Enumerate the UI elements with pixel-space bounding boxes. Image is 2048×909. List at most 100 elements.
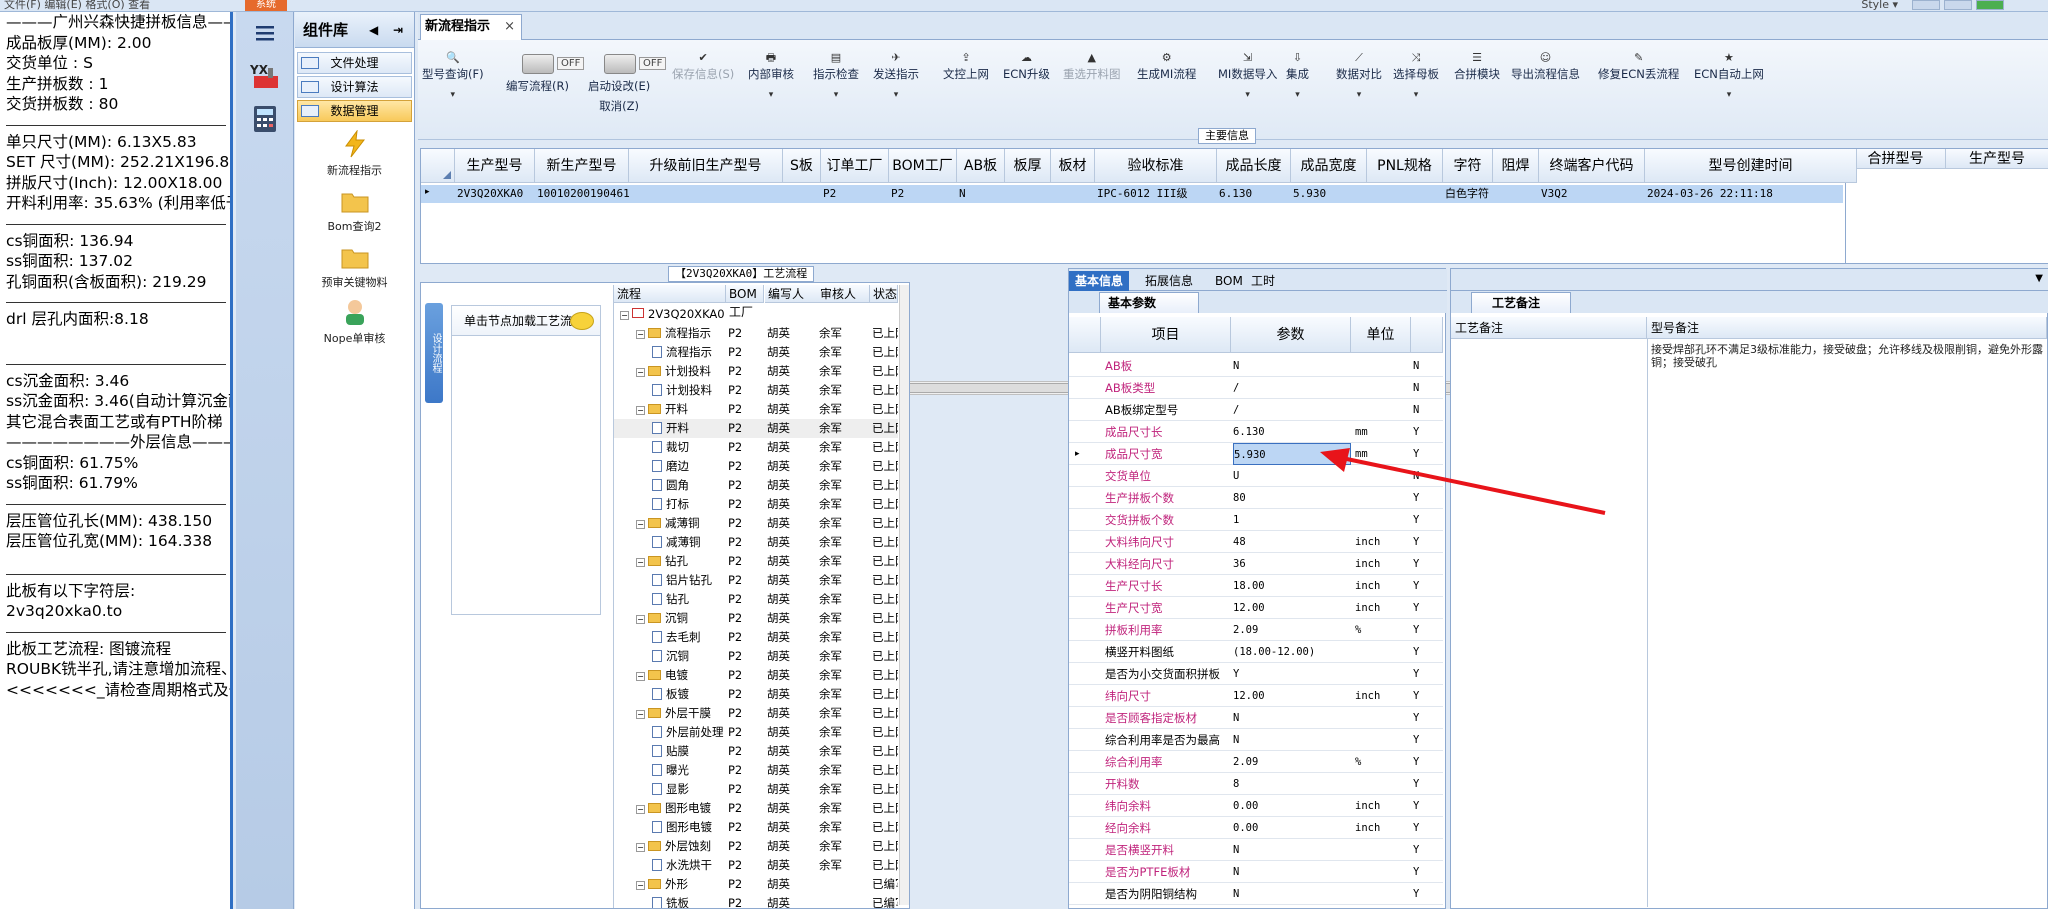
table-row[interactable]: 交货拼板个数 1 Y xyxy=(1069,509,1443,531)
expand-toggle-icon[interactable]: − xyxy=(636,672,645,681)
toolbar-button[interactable]: ✎ 修复ECN丢流程 xyxy=(1598,52,1679,82)
column-header[interactable]: 单位 xyxy=(1351,317,1411,353)
column-header[interactable]: 新生产型号 xyxy=(535,149,629,183)
param-value[interactable]: 12.00 xyxy=(1233,685,1351,707)
expand-toggle-icon[interactable]: − xyxy=(636,558,645,567)
toolbar-button[interactable]: ★ ECN自动上网 ▾ xyxy=(1694,52,1764,101)
table-row[interactable]: 是否横竖开料 N Y xyxy=(1069,839,1443,861)
tree-node[interactable]: − 沉铜 xyxy=(636,609,728,628)
tree-node[interactable]: − 流程指示 xyxy=(636,324,728,343)
param-value[interactable]: N xyxy=(1233,729,1351,751)
column-header[interactable]: 流程 xyxy=(614,285,726,303)
toolbar-button[interactable]: ☁ ECN升级 xyxy=(1003,52,1050,82)
table-row[interactable]: 大料纬向尺寸 48 inch Y xyxy=(1069,531,1443,553)
param-value[interactable]: N xyxy=(1233,707,1351,729)
tree-node[interactable]: 裁切 xyxy=(652,438,728,457)
param-value[interactable]: / xyxy=(1233,377,1351,399)
param-value[interactable]: 18.00 xyxy=(1233,575,1351,597)
param-value[interactable]: 36 xyxy=(1233,553,1351,575)
table-row[interactable]: AB板类型 / N xyxy=(1069,377,1443,399)
param-value[interactable]: 6.130 xyxy=(1233,421,1351,443)
toolbar-button[interactable]: ⇲ MI数据导入 ▾ xyxy=(1218,52,1277,101)
tree-node[interactable]: − 外层干膜 xyxy=(636,704,728,723)
tab-process-remarks[interactable]: 工艺备注 xyxy=(1471,292,1571,313)
toolbar-button[interactable]: ⇪ 文控上网 xyxy=(943,52,989,82)
column-header[interactable]: 终端客户代码 xyxy=(1539,149,1645,183)
tree-node[interactable]: 铣板 xyxy=(652,894,728,908)
tree-node[interactable]: − 减薄铜 xyxy=(636,514,728,533)
param-value[interactable]: 80 xyxy=(1233,487,1351,509)
tree-node[interactable]: 打标 xyxy=(652,495,728,514)
tree-row[interactable]: − 流程指示 P2 胡英 余军 已上网 xyxy=(614,324,898,343)
table-row[interactable]: 横竖开料图纸 (18.00-12.00) Y xyxy=(1069,641,1443,663)
column-header[interactable]: BOM工厂 xyxy=(889,149,957,183)
tree-row[interactable]: 水洗烘干 P2 胡英 余军 已上网 xyxy=(614,856,898,875)
tree-node[interactable]: 去毛刺 xyxy=(652,628,728,647)
toolbar-button[interactable]: ⤨ 选择母板 ▾ xyxy=(1393,52,1439,101)
column-header[interactable]: 阻焊 xyxy=(1493,149,1539,183)
chevron-down-icon[interactable]: ▾ xyxy=(1336,90,1382,100)
toolbar-button[interactable]: ▲ 重选开料图 xyxy=(1063,52,1121,82)
column-header[interactable]: 合拼型号 xyxy=(1846,149,1946,169)
category-button[interactable]: 设计算法 xyxy=(297,76,412,98)
chevron-down-icon[interactable]: ▾ xyxy=(813,90,859,100)
toolbar-sublabel[interactable]: 取消(Z) xyxy=(588,98,650,114)
column-header[interactable]: BOM工厂 xyxy=(726,285,764,319)
table-row[interactable]: 经向余料 0.00 inch Y xyxy=(1069,817,1443,839)
column-header[interactable]: 板厚 xyxy=(1005,149,1051,183)
column-header[interactable]: AB板 xyxy=(957,149,1005,183)
tree-node[interactable]: 开料 xyxy=(652,419,728,438)
column-header[interactable]: 型号创建时间 xyxy=(1645,149,1857,183)
column-header[interactable]: 项目 xyxy=(1101,317,1231,353)
table-row[interactable]: AB板 N N xyxy=(1069,355,1443,377)
tree-node[interactable]: 图形电镀 xyxy=(652,818,728,837)
yx-factory-icon[interactable]: YX xyxy=(248,60,282,90)
tree-node[interactable]: − 2V3Q20XKA0 xyxy=(620,305,728,324)
chevron-down-icon[interactable]: ▾ xyxy=(422,90,484,100)
table-row[interactable]: 成品尺寸长 6.130 mm Y xyxy=(1069,421,1443,443)
table-row[interactable]: 是否顾客指定板材 N Y xyxy=(1069,707,1443,729)
chevron-down-icon[interactable]: ▾ xyxy=(1694,90,1764,100)
tab-extended-info[interactable]: 拓展信息 xyxy=(1139,271,1199,291)
table-row[interactable]: 是否为阴阳铜结构 N Y xyxy=(1069,883,1443,905)
tree-row[interactable]: 打标 P2 胡英 余军 已上网 xyxy=(614,495,898,514)
window-control[interactable] xyxy=(1912,0,1940,10)
tree-node[interactable]: − 钻孔 xyxy=(636,552,728,571)
tree-row[interactable]: 板镀 P2 胡英 余军 已上网 xyxy=(614,685,898,704)
tree-node[interactable]: 外层前处理 xyxy=(652,723,728,742)
param-value[interactable]: 0.00 xyxy=(1233,795,1351,817)
table-row[interactable]: 生产拼板个数 80 Y xyxy=(1069,487,1443,509)
expand-toggle-icon[interactable]: − xyxy=(636,881,645,890)
column-header[interactable]: 升级前旧生产型号 xyxy=(629,149,783,183)
toolbar-button[interactable]: ⚙ 生成MI流程 xyxy=(1137,52,1196,82)
table-row[interactable]: 交货单位 U N xyxy=(1069,465,1443,487)
collapse-left-icon[interactable]: ◀ xyxy=(369,12,378,48)
expand-toggle-icon[interactable]: − xyxy=(636,368,645,377)
tree-node[interactable]: 钻孔 xyxy=(652,590,728,609)
table-row[interactable]: 综合利用率是否为最高 N Y xyxy=(1069,729,1443,751)
column-header[interactable]: 审核人 xyxy=(817,285,870,303)
column-header[interactable]: 型号备注 xyxy=(1647,317,2047,339)
table-row[interactable]: 拼板利用率 2.09% Y xyxy=(1069,619,1443,641)
window-control[interactable] xyxy=(1976,0,2004,10)
component-item[interactable]: 新流程指示 xyxy=(295,129,414,178)
column-header[interactable]: 编写人 xyxy=(765,285,818,303)
param-value[interactable]: / xyxy=(1233,399,1351,421)
tree-row[interactable]: 贴膜 P2 胡英 余军 已上网 xyxy=(614,742,898,761)
tree-row[interactable]: 减薄铜 P2 胡英 余军 已上网 xyxy=(614,533,898,552)
param-value[interactable]: 5.930 xyxy=(1233,443,1351,465)
tree-node[interactable]: 铝片钻孔 xyxy=(652,571,728,590)
node-load-hint[interactable]: 单击节点加载工艺流程 xyxy=(452,306,600,336)
toolbar-button[interactable]: ⇩ 集成 ▾ xyxy=(1286,52,1309,101)
tree-row[interactable]: − 开料 P2 胡英 余军 已上网 xyxy=(614,400,898,419)
tab-basic-params[interactable]: 基本参数 xyxy=(1099,292,1199,313)
param-value[interactable]: Y xyxy=(1233,663,1351,685)
expand-toggle-icon[interactable]: − xyxy=(620,311,629,320)
tree-row[interactable]: 圆角 P2 胡英 余军 已上网 xyxy=(614,476,898,495)
tree-row[interactable]: − 沉铜 P2 胡英 余军 已上网 xyxy=(614,609,898,628)
window-control[interactable] xyxy=(1944,0,1972,10)
tree-row[interactable]: 图形电镀 P2 胡英 余军 已上网 xyxy=(614,818,898,837)
pin-icon[interactable]: ⇥ xyxy=(393,12,403,48)
column-header[interactable]: 生产型号 xyxy=(1946,149,2048,169)
tree-row[interactable]: 外层前处理 P2 胡英 余军 已上网 xyxy=(614,723,898,742)
